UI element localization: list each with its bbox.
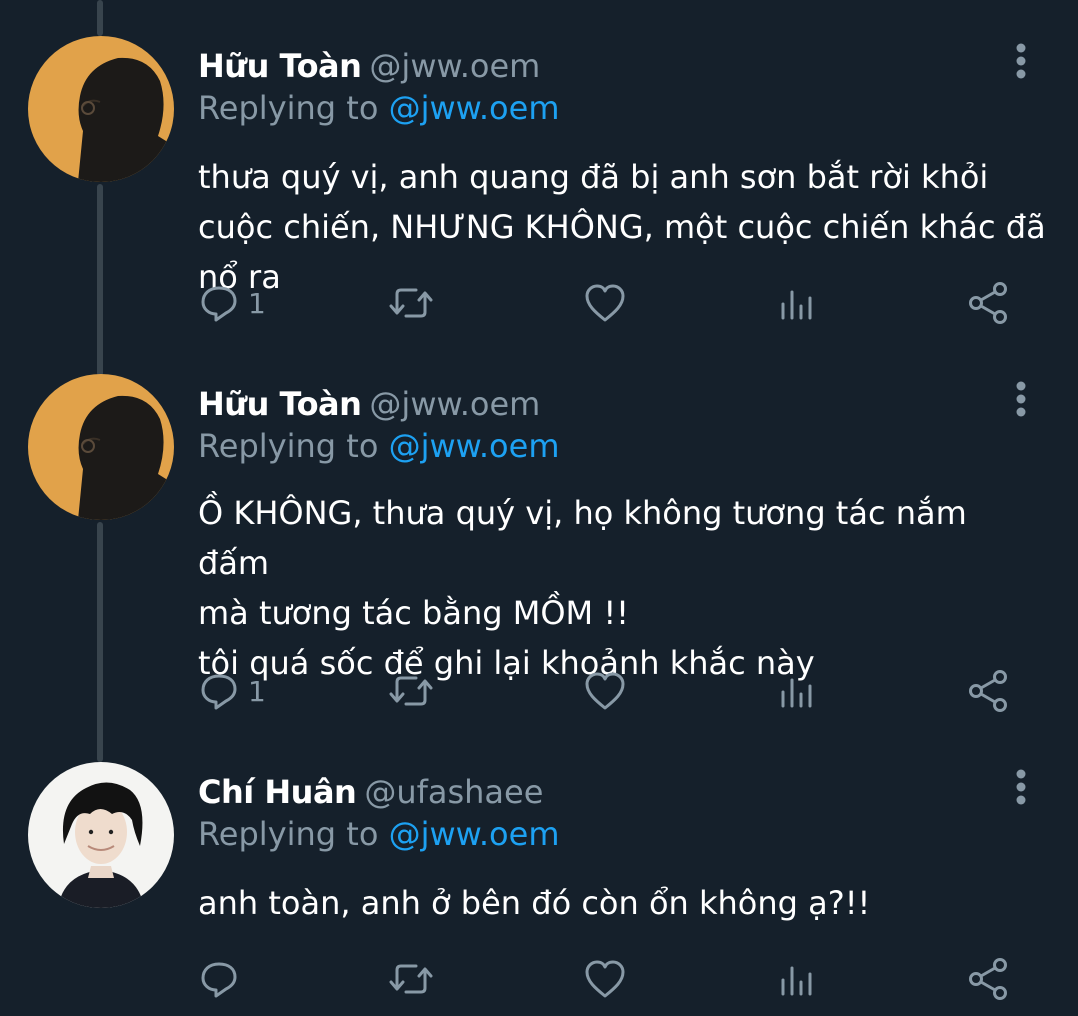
analytics-button[interactable]	[776, 666, 818, 716]
avatar[interactable]	[28, 762, 174, 908]
replying-to: Replying to @jww.oem	[198, 88, 559, 128]
action-bar: 1	[0, 278, 1078, 328]
like-button[interactable]	[582, 278, 628, 328]
reply-icon	[198, 282, 240, 324]
more-options-icon[interactable]	[1006, 42, 1036, 82]
avatar[interactable]	[28, 374, 174, 520]
analytics-button[interactable]	[776, 278, 818, 328]
retweet-button[interactable]	[386, 954, 436, 1004]
user-handle[interactable]: @jww.oem	[369, 47, 540, 85]
avatar[interactable]	[28, 36, 174, 182]
reply-icon	[198, 670, 240, 712]
like-button[interactable]	[582, 666, 628, 716]
reply-button[interactable]: 1	[198, 666, 266, 716]
heart-icon	[582, 670, 628, 712]
analytics-icon	[776, 958, 818, 1000]
retweet-icon	[386, 670, 436, 712]
reply-count: 1	[248, 674, 266, 708]
reply-mention-link[interactable]: @jww.oem	[389, 815, 560, 853]
retweet-icon	[386, 958, 436, 1000]
display-name[interactable]: Hữu Toàn	[198, 47, 362, 85]
reply-mention-link[interactable]: @jww.oem	[389, 427, 560, 465]
tweet-header: Hữu Toàn @jww.oem	[198, 46, 540, 86]
reply-count: 1	[248, 286, 266, 320]
share-button[interactable]	[966, 278, 1010, 328]
like-button[interactable]	[582, 954, 628, 1004]
share-icon	[966, 669, 1010, 713]
share-button[interactable]	[966, 666, 1010, 716]
tweet-text: Ồ KHÔNG, thưa quý vị, họ không tương tác…	[198, 494, 967, 682]
action-bar	[0, 954, 1078, 1004]
user-handle[interactable]: @jww.oem	[369, 385, 540, 423]
replying-to: Replying to @jww.oem	[198, 426, 559, 466]
analytics-icon	[776, 670, 818, 712]
heart-icon	[582, 282, 628, 324]
more-options-icon[interactable]	[1006, 380, 1036, 420]
replying-prefix: Replying to	[198, 89, 379, 127]
display-name[interactable]: Chí Huân	[198, 773, 357, 811]
thread-line-2	[97, 522, 103, 762]
replying-to: Replying to @jww.oem	[198, 814, 559, 854]
replying-prefix: Replying to	[198, 815, 379, 853]
retweet-button[interactable]	[386, 666, 436, 716]
analytics-button[interactable]	[776, 954, 818, 1004]
reply-button[interactable]	[198, 954, 248, 1004]
reply-button[interactable]: 1	[198, 278, 266, 328]
action-bar: 1	[0, 666, 1078, 716]
display-name[interactable]: Hữu Toàn	[198, 385, 362, 423]
tweet-text: anh toàn, anh ở bên đó còn ổn không ạ?!!	[198, 884, 871, 922]
more-options-icon[interactable]	[1006, 768, 1036, 808]
reply-mention-link[interactable]: @jww.oem	[389, 89, 560, 127]
share-icon	[966, 957, 1010, 1001]
share-icon	[966, 281, 1010, 325]
share-button[interactable]	[966, 954, 1010, 1004]
retweet-icon	[386, 282, 436, 324]
replying-prefix: Replying to	[198, 427, 379, 465]
tweet-header: Hữu Toàn @jww.oem	[198, 384, 540, 424]
tweet-header: Chí Huân @ufashaee	[198, 772, 543, 812]
retweet-button[interactable]	[386, 278, 436, 328]
user-handle[interactable]: @ufashaee	[364, 773, 543, 811]
analytics-icon	[776, 282, 818, 324]
heart-icon	[582, 958, 628, 1000]
reply-icon	[198, 958, 240, 1000]
